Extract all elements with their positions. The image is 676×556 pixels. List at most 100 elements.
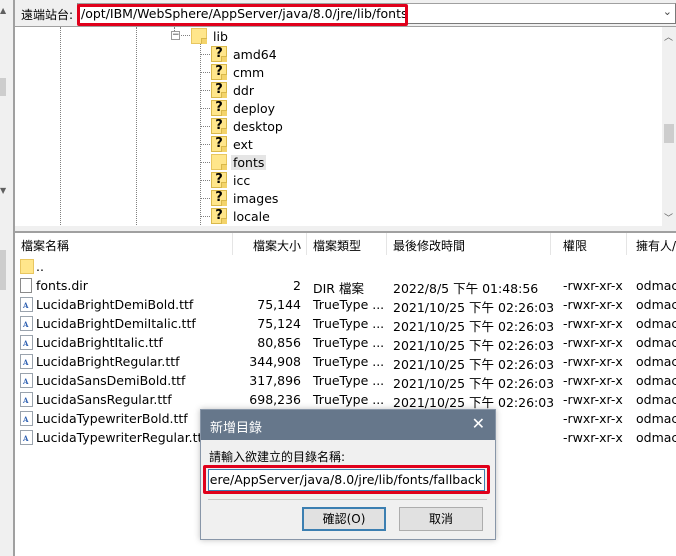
column-header-permissions[interactable]: 權限 xyxy=(563,237,587,254)
column-header-owner[interactable]: 擁有人/ xyxy=(636,237,676,254)
tree-connector xyxy=(201,180,210,181)
file-row[interactable]: LucidaBrightRegular.ttf 344,908 TrueType .… xyxy=(15,352,676,372)
chevron-down-icon[interactable]: ⌄ xyxy=(663,5,672,18)
file-list-header: 檔案名稱 檔案大小 ^ 檔案類型 最後修改時間 權限 擁有人/ xyxy=(15,233,676,255)
scrollbar-thumb[interactable] xyxy=(0,250,6,290)
column-separator[interactable] xyxy=(550,233,551,255)
file-row[interactable]: LucidaSansDemiBold.ttf 317,896 TrueType ..… xyxy=(15,371,676,391)
tree-connector xyxy=(201,108,210,109)
tree-item-deploy[interactable]: ? deploy xyxy=(211,99,277,117)
column-separator[interactable] xyxy=(232,233,233,255)
ok-button[interactable]: 確認(O) xyxy=(302,507,386,531)
tree-item-fonts[interactable]: fonts xyxy=(211,153,267,171)
remote-site-label: 遠端站台: xyxy=(21,8,74,22)
file-owner: odmac xyxy=(636,354,676,369)
file-row[interactable]: fonts.dir 2 DIR 檔案 2022/8/5 下午 01:48:56 -rwx… xyxy=(15,276,676,296)
file-name: LucidaBrightDemiItalic.ttf xyxy=(36,316,196,331)
tree-connector xyxy=(201,144,210,145)
scrollbar-thumb[interactable] xyxy=(0,78,6,96)
scroll-down-icon[interactable]: ﹀ xyxy=(664,211,673,224)
tree-item-label: ddr xyxy=(233,82,255,98)
column-header-size[interactable]: 檔案大小 xyxy=(253,237,301,254)
parent-folder-icon xyxy=(20,259,34,274)
file-row[interactable]: LucidaBrightDemiItalic.ttf 75,124 TrueType… xyxy=(15,314,676,334)
file-owner: odmac xyxy=(636,316,676,331)
file-type: TrueType ... xyxy=(313,297,385,312)
file-owner: odmac xyxy=(636,297,676,312)
file-name: LucidaBrightItalic.ttf xyxy=(36,335,163,350)
tree-connector xyxy=(201,162,210,163)
input-highlight-annotation xyxy=(203,465,490,494)
file-name: LucidaSansDemiBold.ttf xyxy=(36,373,186,388)
tree-item-label: desktop xyxy=(233,118,283,134)
tree-item-lib[interactable]: lib xyxy=(191,27,230,45)
file-permissions: -rwxr-xr-x xyxy=(563,430,623,445)
unknown-folder-icon: ? xyxy=(211,208,227,224)
font-file-icon xyxy=(20,354,33,369)
tree-item-label: deploy xyxy=(233,100,276,116)
font-file-icon xyxy=(20,316,33,331)
column-separator[interactable] xyxy=(626,233,627,255)
column-header-name[interactable]: 檔案名稱 xyxy=(21,237,69,254)
dialog-title-bar[interactable]: 新增目錄 ✕ xyxy=(201,410,495,440)
unknown-folder-icon: ? xyxy=(211,118,227,134)
file-name: LucidaBrightRegular.ttf xyxy=(36,354,180,369)
file-type: TrueType ... xyxy=(313,373,385,388)
tree-item-icc[interactable]: ? icc xyxy=(211,171,252,189)
tree-item-locale[interactable]: ? locale xyxy=(211,207,272,225)
unknown-folder-icon: ? xyxy=(211,172,227,188)
tree-item-label: icc xyxy=(233,172,251,188)
scroll-up-icon[interactable]: ︿ xyxy=(664,30,673,43)
file-owner: odmac xyxy=(636,278,676,293)
file-name: LucidaSansRegular.ttf xyxy=(36,392,172,407)
file-size: 344,908 xyxy=(249,354,301,369)
tree-item-images[interactable]: ? images xyxy=(211,189,280,207)
tree-connector xyxy=(201,90,210,91)
file-row[interactable]: LucidaBrightItalic.ttf 80,856 TrueType ...… xyxy=(15,333,676,353)
column-header-modified[interactable]: 最後修改時間 xyxy=(393,237,465,254)
font-file-icon xyxy=(20,373,33,388)
file-owner: odmac xyxy=(636,373,676,388)
column-separator[interactable] xyxy=(386,233,387,255)
file-type: TrueType ... xyxy=(313,354,385,369)
file-row[interactable]: LucidaBrightDemiBold.ttf 75,144 TrueType .… xyxy=(15,295,676,315)
file-permissions: -rwxr-xr-x xyxy=(563,335,623,350)
tree-item-label: amd64 xyxy=(233,46,277,62)
cancel-button[interactable]: 取消 xyxy=(399,507,483,531)
file-name: fonts.dir xyxy=(36,278,88,293)
file-name: LucidaBrightDemiBold.ttf xyxy=(36,297,194,312)
file-permissions: -rwxr-xr-x xyxy=(563,297,623,312)
scroll-up-icon[interactable]: ▲ xyxy=(0,6,6,15)
tree-item-ext[interactable]: ? ext xyxy=(211,135,255,153)
tree-scrollbar[interactable]: ︿ ﹀ xyxy=(662,27,676,226)
collapse-icon[interactable]: − xyxy=(171,31,180,40)
unknown-folder-icon: ? xyxy=(211,64,227,80)
tree-item-amd64[interactable]: ? amd64 xyxy=(211,45,279,63)
pane-splitter[interactable] xyxy=(15,226,676,233)
file-permissions: -rwxr-xr-x xyxy=(563,316,623,331)
tree-item-label: fonts xyxy=(231,154,267,170)
tree-guide-line xyxy=(136,27,137,226)
column-separator[interactable] xyxy=(306,233,307,255)
file-owner: odmac xyxy=(636,335,676,350)
close-icon[interactable]: ✕ xyxy=(472,414,485,433)
outer-scrollbar[interactable]: ▲ ▼ xyxy=(0,0,14,556)
tree-connector xyxy=(201,72,210,73)
file-name: .. xyxy=(36,259,44,274)
file-row[interactable]: LucidaSansRegular.ttf 698,236 TrueType ...… xyxy=(15,390,676,410)
tree-item-ddr[interactable]: ? ddr xyxy=(211,81,256,99)
folder-icon xyxy=(191,28,207,44)
scrollbar-thumb[interactable] xyxy=(664,124,674,143)
file-name: LucidaTypewriterRegular.ttf xyxy=(36,430,207,445)
file-size: 75,124 xyxy=(257,316,301,331)
folder-icon xyxy=(211,154,227,170)
tree-item-label: images xyxy=(233,190,279,206)
scroll-down-icon[interactable]: ▼ xyxy=(0,186,6,195)
file-icon xyxy=(20,278,32,293)
column-header-type[interactable]: 檔案類型 xyxy=(313,237,361,254)
file-row[interactable]: .. xyxy=(15,257,676,276)
tree-item-label: ext xyxy=(233,136,253,152)
tree-item-cmm[interactable]: ? cmm xyxy=(211,63,266,81)
tree-item-label: cmm xyxy=(233,64,265,80)
tree-item-desktop[interactable]: ? desktop xyxy=(211,117,285,135)
